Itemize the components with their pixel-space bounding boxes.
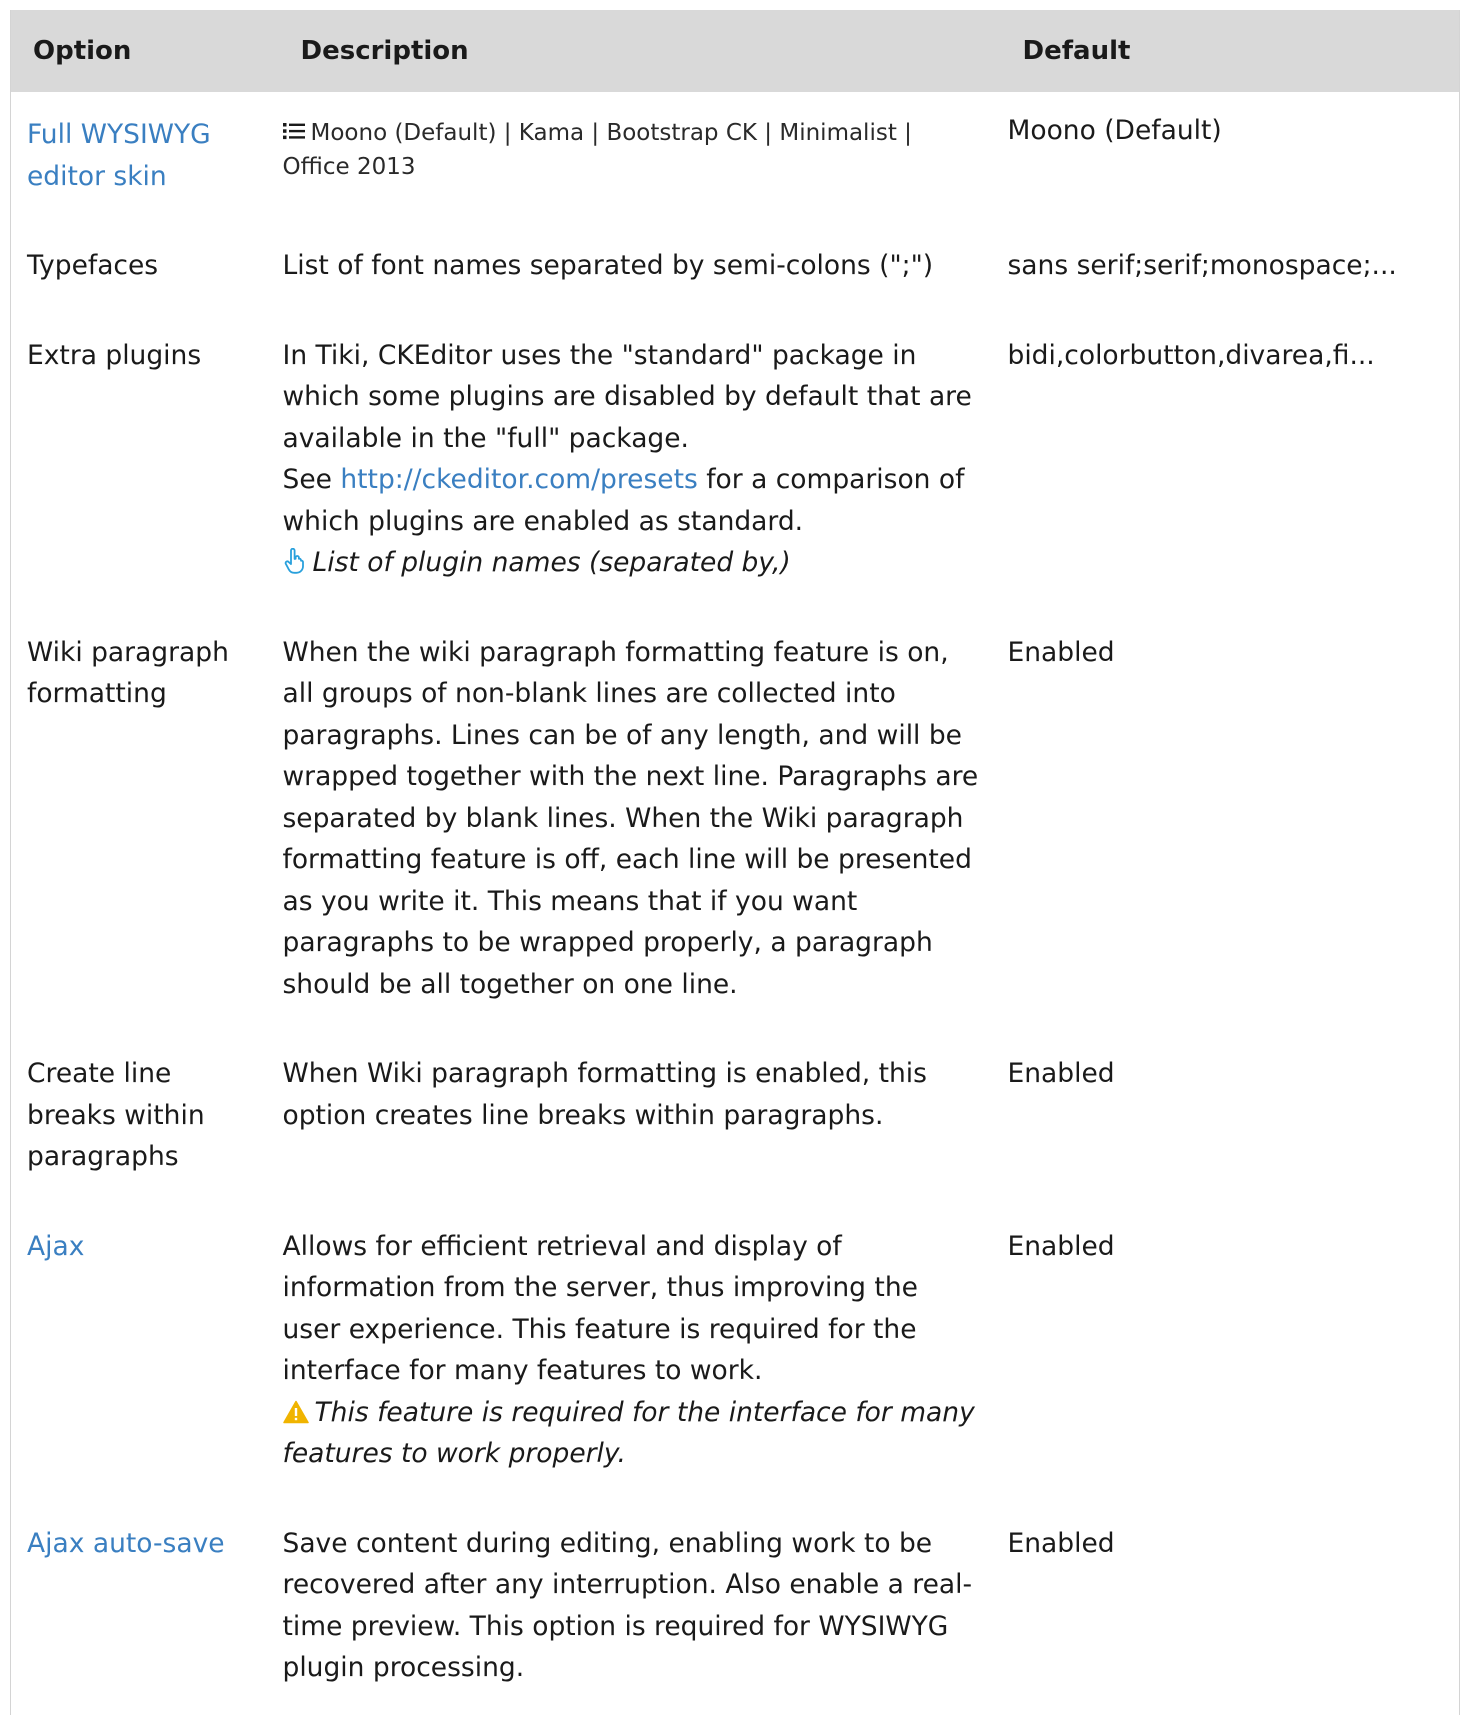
option-link-ajax-auto-save[interactable]: Ajax auto-save [27, 1528, 225, 1559]
option-description: Allows for efficient retrieval and displ… [282, 1230, 918, 1387]
table-header-row: Option Description Default [10, 10, 1460, 92]
table-row: Extra plugins In Tiki, CKEditor uses the… [11, 313, 1460, 610]
table-row: Wiki paragraph formatting When the wiki … [11, 610, 1460, 1032]
table-row: Ajax Allows for efficient retrieval and … [11, 1204, 1460, 1501]
table-row: Create line breaks within paragraphs Whe… [11, 1031, 1460, 1204]
option-description: When Wiki paragraph formatting is enable… [282, 1058, 927, 1131]
warning-icon [282, 1400, 309, 1423]
option-label-extra-plugins: Extra plugins [27, 339, 202, 371]
plugin-names-hint: List of plugin names (separated by,) [312, 547, 791, 578]
table-row: Ajax auto-save Save content during editi… [11, 1501, 1460, 1715]
option-link-full-wysiwyg-editor-skin[interactable]: Full WYSIWYG editor skin [27, 119, 211, 192]
list-icon [282, 123, 305, 140]
table-row: Full WYSIWYG editor skin Moono (Default)… [11, 92, 1460, 223]
default-value: Enabled [1007, 1527, 1115, 1559]
default-value: Enabled [1007, 1230, 1115, 1262]
ajax-warning-text: This feature is required for the interfa… [282, 1396, 975, 1470]
column-header-option: Option [10, 10, 271, 92]
option-description: List of font names separated by semi-col… [282, 250, 934, 281]
option-description: Save content during editing, enabling wo… [282, 1527, 973, 1684]
page: Option Description Default Full WYSIWYG … [0, 0, 1469, 1736]
default-value: sans serif;serif;monospace;... [1007, 250, 1397, 281]
default-value: bidi,colorbutton,divarea,fi... [1007, 339, 1375, 371]
preferences-table: Option Description Default Full WYSIWYG … [10, 10, 1460, 1715]
option-link-ajax[interactable]: Ajax [27, 1231, 84, 1262]
table-row: Typefaces List of font names separated b… [11, 223, 1460, 313]
column-header-description: Description [270, 10, 996, 92]
option-label-typefaces: Typefaces [27, 250, 159, 281]
see-text: See [282, 464, 332, 495]
default-value: Enabled [1007, 636, 1115, 668]
option-description: In Tiki, CKEditor uses the "standard" pa… [282, 339, 972, 454]
ckeditor-presets-link[interactable]: http://ckeditor.com/presets [340, 464, 697, 495]
option-description: When the wiki paragraph formatting featu… [282, 636, 979, 1000]
option-label-wiki-paragraph-formatting: Wiki paragraph formatting [27, 636, 229, 710]
option-label-create-line-breaks: Create line breaks within paragraphs [27, 1058, 205, 1172]
pointing-hand-icon [284, 548, 304, 574]
column-header-default: Default [995, 10, 1460, 92]
skin-options-text: Moono (Default) | Kama | Bootstrap CK | … [282, 120, 912, 180]
default-value: Moono (Default) [1007, 115, 1222, 146]
default-value: Enabled [1007, 1058, 1115, 1089]
